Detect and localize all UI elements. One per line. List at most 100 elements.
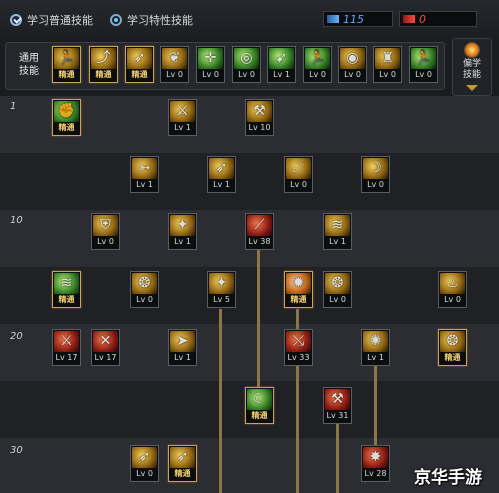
rush-icon: ➤ xyxy=(176,333,189,349)
skill-slot[interactable]: ➶ 精通 xyxy=(125,46,154,83)
swirl-icon: ❂ xyxy=(138,275,151,291)
runner-icon: ➹ xyxy=(275,50,288,66)
skill-slot[interactable]: ⛨ Lv 0 xyxy=(91,213,120,250)
skill-slot[interactable]: 🏃 精通 xyxy=(52,46,81,83)
watermark-logo: 京华手游 xyxy=(414,467,482,488)
flying-kick-icon: ➶ xyxy=(138,449,151,465)
skill-slot[interactable]: ♨ Lv 0 xyxy=(438,271,467,308)
skill-slot[interactable]: ➶ Lv 1 xyxy=(207,156,236,193)
skill-slot[interactable]: ➶ Lv 0 xyxy=(130,445,159,482)
skill-slot[interactable]: ✊ 精通 xyxy=(52,99,81,136)
common-skill-label: 通用 技能 xyxy=(14,52,44,78)
axe-icon: ⚒ xyxy=(331,391,344,407)
skill-level-label: Lv 0 xyxy=(161,69,188,81)
skill-slot[interactable]: 🏃 Lv 0 xyxy=(303,46,332,83)
skill-slot[interactable]: ≋ 精通 xyxy=(52,271,81,308)
common-skill-label-line1: 通用 xyxy=(19,53,39,64)
skill-slot[interactable]: ✦ Lv 1 xyxy=(168,213,197,250)
skill-slot[interactable]: ❂ Lv 0 xyxy=(323,271,352,308)
sp-blue-counter: 115 xyxy=(323,11,393,27)
skill-slot[interactable]: ✛ Lv 0 xyxy=(196,46,225,83)
fighter-icon: ✊ xyxy=(57,103,76,119)
skill-level-label: Lv 1 xyxy=(169,236,196,248)
skill-slot[interactable]: ◉ Lv 0 xyxy=(338,46,367,83)
sp-red-value: 0 xyxy=(419,12,426,26)
sp-blue-icon xyxy=(327,15,339,23)
skill-level-label: Lv 1 xyxy=(131,179,158,191)
skill-slot[interactable]: ◎ Lv 0 xyxy=(232,46,261,83)
leaping-figure-icon: ⤴ xyxy=(96,50,111,66)
skill-slot[interactable]: ⤴ 精通 xyxy=(89,46,118,83)
skill-slot[interactable]: ❦ Lv 0 xyxy=(160,46,189,83)
partial-skill-button[interactable]: 偏学 技能 xyxy=(452,38,492,96)
skill-link-line xyxy=(219,309,222,493)
skill-level-label: Lv 0 xyxy=(285,179,312,191)
skill-level-label: Lv 1 xyxy=(169,122,196,134)
skill-level-label: Lv 10 xyxy=(246,122,273,134)
skill-level-label: Lv 28 xyxy=(362,468,389,480)
wind-slash-icon: ≋ xyxy=(331,217,344,233)
tier-label-1: 1 xyxy=(10,101,17,112)
partial-skill-label-line2: 技能 xyxy=(462,70,481,80)
skill-slot[interactable]: ≋ Lv 1 xyxy=(323,213,352,250)
skill-level-label: Lv 0 xyxy=(131,468,158,480)
skill-slot[interactable]: ⚔ Lv 1 xyxy=(168,99,197,136)
swirl-icon: ❂ xyxy=(446,333,459,349)
running-figure-icon: 🏃 xyxy=(414,50,433,66)
sprinting-figure-icon: ➶ xyxy=(133,50,146,66)
skill-slot[interactable]: ❂ Lv 0 xyxy=(130,271,159,308)
warrior-icon: ♜ xyxy=(381,50,394,66)
swirl-icon: ❂ xyxy=(331,275,344,291)
skill-slot[interactable]: ➳ Lv 1 xyxy=(130,156,159,193)
skill-slot[interactable]: ⚒ Lv 31 xyxy=(323,387,352,424)
skill-slot[interactable]: ✕ Lv 17 xyxy=(91,329,120,366)
radio-unchecked-icon xyxy=(110,14,122,26)
skill-slot[interactable]: ✦ Lv 5 xyxy=(207,271,236,308)
skill-level-label: Lv 1 xyxy=(268,69,295,81)
skill-slot[interactable]: ⟋ Lv 38 xyxy=(245,213,274,250)
skill-slot[interactable]: ✹ 精通 xyxy=(284,271,313,308)
radio-learn-special[interactable]: 学习特性技能 xyxy=(110,12,193,28)
partial-skill-label: 偏学 技能 xyxy=(453,59,491,81)
kick-icon: ✦ xyxy=(176,217,189,233)
skill-window: 学习普通技能 学习特性技能 115 0 通用 技能 偏学 技能 1 10 20 … xyxy=(0,0,499,493)
skill-slot[interactable]: ⚔ Lv 17 xyxy=(52,329,81,366)
skill-level-label: Lv 0 xyxy=(362,179,389,191)
skill-level-label: Lv 38 xyxy=(246,236,273,248)
skill-slot[interactable]: ➤ Lv 1 xyxy=(168,329,197,366)
skill-slot[interactable]: ➶ 精通 xyxy=(168,445,197,482)
skill-level-label: 精通 xyxy=(53,69,80,81)
kick-icon: ✦ xyxy=(215,275,228,291)
skill-slot[interactable]: ☽ Lv 0 xyxy=(361,156,390,193)
skill-slot[interactable]: ☾ 精通 xyxy=(245,387,274,424)
skill-slot[interactable]: ❂ 精通 xyxy=(438,329,467,366)
skill-slot[interactable]: ☄ Lv 0 xyxy=(284,156,313,193)
skill-level-label: 精通 xyxy=(53,122,80,134)
top-bar: 学习普通技能 学习特性技能 115 0 xyxy=(0,0,499,38)
wind-slash-icon: ≋ xyxy=(60,275,73,291)
fire-slash-icon: ✸ xyxy=(369,449,382,465)
skill-level-label: Lv 0 xyxy=(339,69,366,81)
burst-icon: ✹ xyxy=(292,275,305,291)
radio-learn-normal-label: 学习普通技能 xyxy=(27,14,93,27)
skill-slot[interactable]: ➹ Lv 1 xyxy=(267,46,296,83)
skill-slot[interactable]: 🏃 Lv 0 xyxy=(409,46,438,83)
skill-slot[interactable]: ⤯ Lv 33 xyxy=(284,329,313,366)
skill-slot[interactable]: ✺ Lv 1 xyxy=(361,329,390,366)
tier-label-10: 10 xyxy=(10,215,23,226)
skill-level-label: 精通 xyxy=(126,69,153,81)
sprinting-figure-icon: ➶ xyxy=(176,449,189,465)
fireball-icon: ☄ xyxy=(292,160,305,176)
crossed-blades-icon: ✕ xyxy=(99,333,112,349)
tier-label-30: 30 xyxy=(10,445,23,456)
sprinting-figure-icon: ➶ xyxy=(215,160,228,176)
skill-level-label: Lv 17 xyxy=(92,352,119,364)
radio-learn-normal[interactable]: 学习普通技能 xyxy=(10,12,93,28)
skill-slot[interactable]: ⚒ Lv 10 xyxy=(245,99,274,136)
sp-blue-value: 115 xyxy=(343,12,364,26)
skill-level-label: 精通 xyxy=(53,294,80,306)
skill-link-line xyxy=(257,250,260,388)
skill-slot[interactable]: ♜ Lv 0 xyxy=(373,46,402,83)
orb-icon xyxy=(464,42,480,58)
skill-slot[interactable]: ✸ Lv 28 xyxy=(361,445,390,482)
